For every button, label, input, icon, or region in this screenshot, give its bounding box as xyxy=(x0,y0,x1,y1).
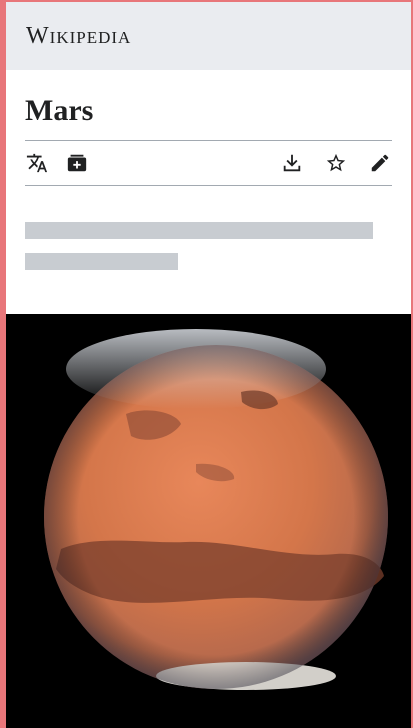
add-to-reading-list-icon[interactable] xyxy=(65,151,89,175)
edit-pencil-icon[interactable] xyxy=(368,151,392,175)
wikipedia-wordmark[interactable]: Wikipedia xyxy=(26,23,131,50)
mars-planet-image xyxy=(44,329,388,690)
star-watch-icon[interactable] xyxy=(324,151,348,175)
skeleton-line xyxy=(25,253,178,270)
loading-skeleton xyxy=(25,222,392,270)
lead-image-mars[interactable] xyxy=(6,314,411,728)
page-actions-toolbar xyxy=(25,140,392,186)
skeleton-line xyxy=(25,222,373,239)
top-header: Wikipedia xyxy=(6,2,411,70)
language-icon[interactable] xyxy=(25,151,49,175)
page-actions-right xyxy=(260,151,392,175)
download-icon[interactable] xyxy=(280,151,304,175)
page-title: Mars xyxy=(25,94,94,127)
app-frame: Wikipedia Mars xyxy=(0,0,413,728)
article-content: Mars xyxy=(6,94,411,270)
page-actions-left xyxy=(25,151,105,175)
